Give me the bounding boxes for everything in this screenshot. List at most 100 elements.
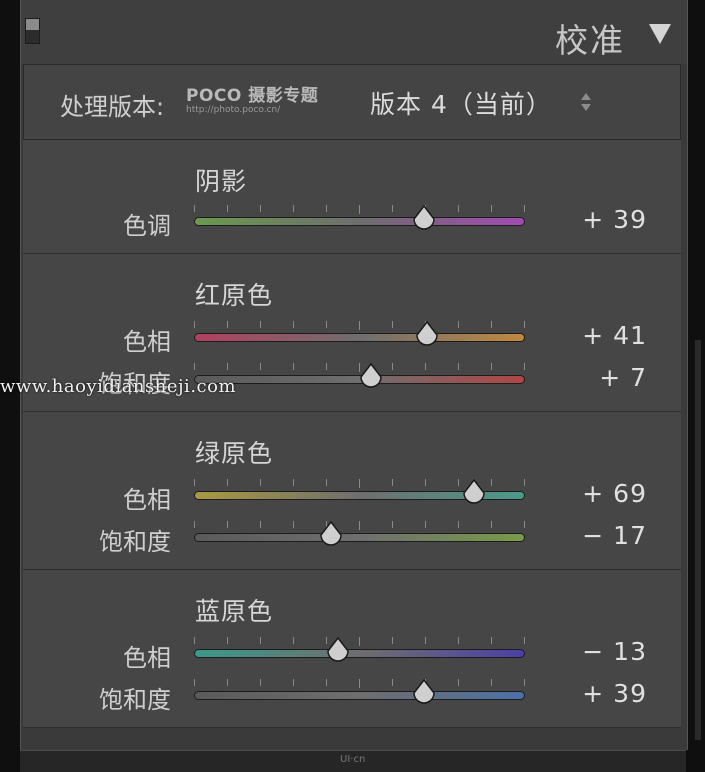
slider-tick [293,321,294,328]
slider-tick [458,205,459,212]
bottom-bar: UI·cn [20,750,686,772]
slider-tick [425,637,426,644]
slider-tick [359,321,360,330]
slider-tick [359,679,360,688]
slider-label: 饱和度 [99,528,171,556]
slider-tick [458,637,459,644]
slider-value[interactable]: − 13 [582,637,647,666]
section-title: 蓝原色 [195,597,274,626]
slider-tick [491,479,492,486]
slider-tick [458,521,459,528]
panel-header[interactable]: 校准 [21,0,687,64]
slider-thumb-icon[interactable] [325,637,351,665]
slider-tick [326,321,327,328]
slider-tick [260,521,261,528]
section-title: 阴影 [195,167,248,196]
slider-track[interactable] [194,649,525,658]
slider-thumb-icon[interactable] [411,205,437,233]
slider-tick [260,321,261,328]
process-version-label: 处理版本: [60,93,165,121]
slider-tick [293,479,294,486]
slider-tick [458,479,459,486]
slider-tick [524,321,525,328]
slider-tick [359,479,360,488]
slider-tick [392,205,393,212]
green-hue-slider[interactable]: 色相 + 69 [23,476,681,516]
green-saturation-slider[interactable]: 饱和度 − 17 [23,518,681,558]
blue-saturation-slider[interactable]: 饱和度 + 39 [23,676,681,716]
triangle-down-icon[interactable] [649,24,671,44]
slider-tick [425,479,426,486]
slider-ticks [194,637,525,646]
shadows-section: 阴影 色调 + 39 [23,140,681,254]
shadows-tint-slider[interactable]: 色调 + 39 [23,202,681,242]
green-primary-section: 绿原色 色相 + 69 饱和度 − 17 [23,412,681,570]
slider-tick [293,363,294,370]
slider-track[interactable] [194,217,525,226]
slider-tick [326,205,327,212]
slider-tick [260,205,261,212]
slider-thumb-icon[interactable] [461,479,487,507]
slider-tick [392,363,393,370]
process-version-select[interactable]: 版本 4（当前） [370,85,552,121]
slider-tick [227,637,228,644]
slider-tick [260,479,261,486]
slider-tick [359,205,360,214]
slider-tick [227,521,228,528]
slider-tick [326,363,327,370]
slider-value[interactable]: + 41 [582,321,647,350]
slider-tick [293,205,294,212]
slider-tick [227,363,228,370]
slider-tick [491,205,492,212]
slider-tick [524,679,525,686]
blue-hue-slider[interactable]: 色相 − 13 [23,634,681,674]
slider-tick [194,637,195,644]
slider-tick [458,363,459,370]
slider-tick [524,363,525,370]
slider-tick [524,521,525,528]
slider-tick [392,321,393,328]
slider-value[interactable]: + 39 [582,205,647,234]
slider-value[interactable]: + 7 [599,363,647,392]
slider-ticks [194,679,525,688]
slider-tick [359,521,360,530]
slider-thumb-icon[interactable] [411,679,437,707]
slider-thumb-icon[interactable] [358,363,384,391]
section-title: 红原色 [195,281,274,310]
poco-watermark-url: http://photo.poco.cn/ [186,105,281,115]
slider-tick [458,679,459,686]
slider-tick [260,679,261,686]
section-title: 绿原色 [195,439,274,468]
slider-label: 饱和度 [99,686,171,714]
slider-ticks [194,521,525,530]
slider-track[interactable] [194,533,525,542]
slider-tick [458,321,459,328]
slider-value[interactable]: − 17 [582,521,647,550]
footer-logo: UI·cn [340,754,366,765]
calibration-panel: 校准 处理版本: POCO 摄影专题 http://photo.poco.cn/… [20,0,688,750]
slider-tick [194,363,195,370]
slider-tick [491,521,492,528]
slider-value[interactable]: + 39 [582,679,647,708]
panel-switch-icon[interactable] [25,18,40,44]
slider-tick [194,205,195,212]
slider-ticks [194,321,525,330]
slider-tick [491,321,492,328]
slider-thumb-icon[interactable] [414,321,440,349]
red-hue-slider[interactable]: 色相 + 41 [23,318,681,358]
slider-tick [392,637,393,644]
up-down-stepper-icon[interactable] [580,91,592,113]
poco-watermark-logo: POCO 摄影专题 http://photo.poco.cn/ [186,87,318,115]
slider-tick [293,637,294,644]
slider-track[interactable] [194,333,525,342]
slider-tick [425,521,426,528]
slider-value[interactable]: + 69 [582,479,647,508]
slider-label: 色相 [123,644,171,672]
scrollbar[interactable] [695,340,701,740]
blue-primary-section: 蓝原色 色相 − 13 饱和度 + 39 [23,570,681,728]
slider-label: 色调 [123,212,171,240]
slider-track[interactable] [194,691,525,700]
slider-thumb-icon[interactable] [318,521,344,549]
slider-tick [194,321,195,328]
slider-tick [359,637,360,646]
